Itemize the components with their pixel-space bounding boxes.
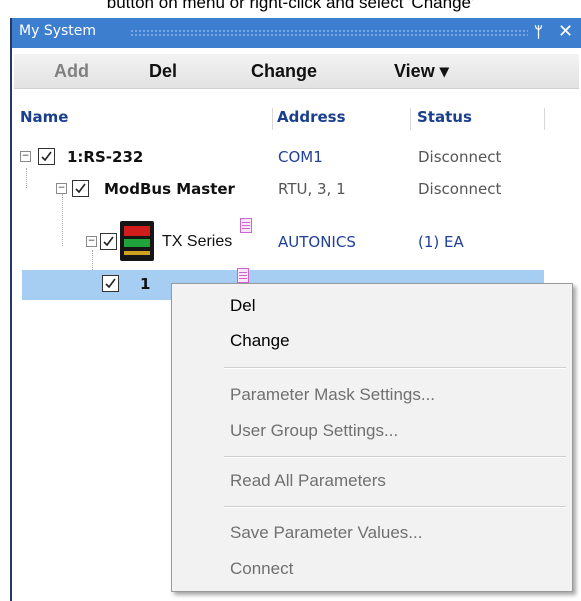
- check-icon: [41, 151, 52, 162]
- toolbar: Add Del Change View ▾: [14, 54, 579, 89]
- row-status: Disconnect: [418, 180, 502, 198]
- tree-row[interactable]: − 1:RS-232 COM1 Disconnect: [12, 143, 581, 173]
- column-header: Name Address Status: [12, 108, 581, 130]
- menu-item-user-group-settings[interactable]: User Group Settings...: [230, 421, 398, 441]
- parameter-page-icon: [240, 218, 252, 233]
- column-name[interactable]: Name: [20, 108, 68, 126]
- panel-titlebar[interactable]: My System ᛘ ✕: [12, 18, 581, 48]
- tree-row[interactable]: − ModBus Master RTU, 3, 1 Disconnect: [12, 175, 581, 205]
- check-icon: [105, 278, 116, 289]
- drag-grip[interactable]: [130, 29, 528, 37]
- row-checkbox[interactable]: [38, 148, 55, 165]
- row-status: (1) EA: [418, 233, 464, 251]
- row-checkbox[interactable]: [72, 180, 89, 197]
- menu-item-connect[interactable]: Connect: [230, 559, 293, 579]
- pin-icon[interactable]: ᛘ: [534, 23, 543, 41]
- collapse-icon[interactable]: −: [86, 236, 97, 247]
- column-status[interactable]: Status: [417, 108, 472, 126]
- row-name: ModBus Master: [104, 180, 235, 198]
- row-checkbox[interactable]: [100, 233, 117, 250]
- tree-row[interactable]: − TX Series AUTONICS (1) EA: [12, 218, 581, 264]
- check-icon: [103, 236, 114, 247]
- change-button[interactable]: Change: [251, 61, 317, 82]
- menu-separator: [224, 367, 566, 369]
- collapse-icon[interactable]: −: [20, 151, 31, 162]
- collapse-icon[interactable]: −: [56, 183, 67, 194]
- column-address[interactable]: Address: [277, 108, 346, 126]
- menu-item-parameter-mask-settings[interactable]: Parameter Mask Settings...: [230, 385, 435, 405]
- row-name: 1:RS-232: [67, 148, 144, 166]
- check-icon: [75, 183, 86, 194]
- del-button[interactable]: Del: [149, 61, 177, 82]
- column-divider[interactable]: [272, 108, 273, 130]
- menu-separator: [224, 506, 566, 508]
- menu-item-change[interactable]: Change: [230, 331, 290, 351]
- column-divider[interactable]: [544, 108, 545, 130]
- column-divider[interactable]: [410, 108, 411, 130]
- view-menu-button[interactable]: View ▾: [394, 61, 449, 82]
- menu-separator: [224, 456, 566, 458]
- row-name: 1: [140, 275, 151, 293]
- row-checkbox[interactable]: [102, 275, 119, 292]
- row-name: TX Series: [162, 233, 233, 250]
- menu-item-del[interactable]: Del: [230, 296, 256, 316]
- close-icon[interactable]: ✕: [558, 21, 573, 42]
- row-address: AUTONICS: [278, 233, 356, 251]
- context-menu: Del Change Parameter Mask Settings... Us…: [171, 283, 573, 592]
- menu-item-save-parameter-values[interactable]: Save Parameter Values...: [230, 523, 422, 543]
- row-address: COM1: [278, 148, 323, 166]
- menu-item-read-all-parameters[interactable]: Read All Parameters: [230, 471, 386, 491]
- caption-text: button on menu or right-click and select…: [106, 0, 475, 12]
- row-address: RTU, 3, 1: [278, 180, 346, 198]
- parameter-page-icon: [237, 268, 249, 283]
- row-status: Disconnect: [418, 148, 502, 166]
- panel-title: My System: [19, 23, 97, 39]
- controller-device-icon: [120, 221, 154, 261]
- add-button[interactable]: Add: [54, 61, 89, 82]
